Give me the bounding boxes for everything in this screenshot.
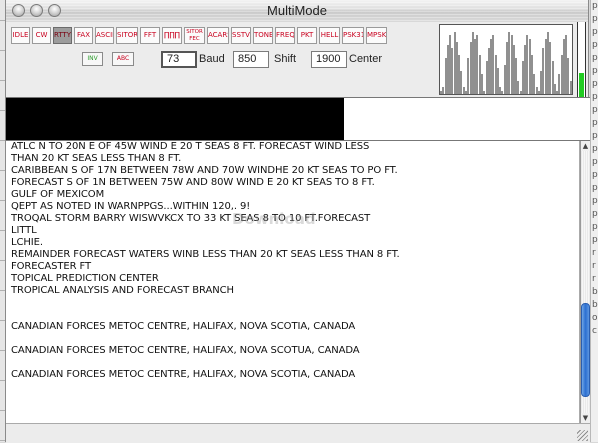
background-window-letter: p <box>592 222 598 232</box>
baud-label: Baud <box>199 53 225 65</box>
background-window-letter: p <box>592 79 598 89</box>
background-window-letter: o <box>592 313 598 323</box>
desktop-window-behind-right: ppppppppppppppppppprrrbboc <box>590 0 598 442</box>
waterfall-display[interactable] <box>6 98 344 140</box>
text-line <box>6 309 579 321</box>
vertical-scrollbar[interactable]: ▲ ▼ <box>580 141 590 423</box>
mode-button-sitor[interactable]: SITOR <box>116 27 138 44</box>
mode-button-pulse[interactable]: ∏∏∏ <box>162 27 182 44</box>
background-window-letter: p <box>592 1 598 11</box>
mode-button-mpsk[interactable]: MPSK <box>366 27 387 44</box>
signal-level-meter <box>577 22 586 97</box>
text-line: THAN 20 KT SEAS LESS THAN 8 FT. <box>11 153 182 164</box>
baud-field[interactable]: 73 <box>161 51 197 68</box>
text-line: TROQAL STORM BARRY WISWVKCX TO 33 KT SEA… <box>11 213 371 224</box>
resize-grip[interactable] <box>577 430 588 441</box>
text-line: ATLC N TO 20N E OF 45W WIND E 20 T SEAS … <box>11 141 370 152</box>
spectrum-graph <box>440 32 572 94</box>
mode-button-idle[interactable]: IDLE <box>11 27 30 44</box>
background-window-letter: r <box>592 261 596 271</box>
spectrum-display[interactable] <box>439 24 573 95</box>
background-window-letter: p <box>592 66 598 76</box>
text-line: GULF OF MEXICOM <box>11 189 105 200</box>
text-line: CANADIAN FORCES METOC CENTRE, HALIFAX, N… <box>11 369 356 380</box>
mode-button-hell[interactable]: HELL <box>319 27 340 44</box>
shift-label: Shift <box>274 53 297 65</box>
background-window-letter: p <box>592 183 598 193</box>
scroll-down-arrow[interactable]: ▼ <box>581 413 590 423</box>
mode-button-sstv[interactable]: SSTV <box>231 27 251 44</box>
text-line: FORECASTER FT <box>11 261 91 272</box>
mode-button-ascii[interactable]: ASCII <box>95 27 114 44</box>
mode-button-sitor-fec[interactable]: SITOR FEC <box>184 27 205 44</box>
mode-button-cw[interactable]: CW <box>32 27 51 44</box>
background-window-letter: p <box>592 209 598 219</box>
spectrum-panel <box>436 22 588 97</box>
text-line: LCHIE. <box>11 237 43 248</box>
background-window-letter: b <box>592 287 598 297</box>
background-window-letter: p <box>592 14 598 24</box>
mode-button-freq[interactable]: FREQ <box>275 27 295 44</box>
background-window-letter: p <box>592 105 598 115</box>
text-line: TOPICAL PREDICTION CENTER <box>11 273 159 284</box>
background-window-letter: c <box>592 326 597 336</box>
text-line <box>6 297 579 309</box>
text-line <box>6 357 579 369</box>
mode-button-fax[interactable]: FAX <box>74 27 93 44</box>
background-window-letter: r <box>592 274 596 284</box>
background-window-letter: p <box>592 118 598 128</box>
text-line: REMAINDER FORECAST WATERS WINB LESS THAN… <box>11 249 400 260</box>
mode-button-fft[interactable]: FFT <box>140 27 160 44</box>
text-line: CARIBBEAN S OF 17N BETWEEN 78W AND 70W W… <box>11 165 398 176</box>
background-window-letter: p <box>592 235 598 245</box>
background-window-letter: p <box>592 53 598 63</box>
mode-toolbar: IDLE CW RTTY FAX ASCII SITOR FFT ∏∏∏ SITOR FEC ACA… <box>6 22 436 97</box>
background-window-letter: b <box>592 300 598 310</box>
text-line: QEPT AS NOTED IN WARNPPGS...WITHIN 120,.… <box>11 201 251 212</box>
scroll-up-arrow[interactable]: ▲ <box>581 141 590 151</box>
decoded-text-area[interactable]: ATLC N TO 20N E OF 45W WIND E 20 T SEAS … <box>6 141 580 423</box>
shift-field[interactable]: 850 <box>233 51 269 68</box>
background-window-letter: p <box>592 157 598 167</box>
window-bottom-bar <box>6 423 590 443</box>
text-line: LITTL <box>11 225 37 236</box>
background-window-letter: p <box>592 196 598 206</box>
abc-toggle-button[interactable]: ABC <box>112 52 134 66</box>
text-line: FORECAST S OF 1N BETWEEN 75W AND 80W WIN… <box>11 177 375 188</box>
center-label: Center <box>349 53 383 65</box>
multimode-window: MultiMode IDLE CW RTTY FAX ASCII SITOR FFT ∏∏∏ S… <box>5 0 590 443</box>
background-window-letter: p <box>592 131 598 141</box>
mode-button-pkt[interactable]: PKT <box>297 27 317 44</box>
background-window-letter: p <box>592 144 598 154</box>
text-line: CANADIAN FORCES METOC CENTRE, HALIFAX, N… <box>11 345 360 356</box>
background-window-letter: p <box>592 92 598 102</box>
background-window-letter: p <box>592 40 598 50</box>
signal-level-fill <box>579 73 584 97</box>
scrollbar-thumb[interactable] <box>581 302 590 398</box>
mode-button-acars[interactable]: ACARS <box>207 27 229 44</box>
title-bar[interactable]: MultiMode <box>6 0 588 23</box>
text-line <box>6 333 579 345</box>
background-window-letter: r <box>592 248 596 258</box>
center-field[interactable]: 1900 <box>311 51 347 68</box>
text-line: CANADIAN FORCES METOC CENTRE, HALIFAX, N… <box>11 321 356 332</box>
inv-toggle-button[interactable]: INV <box>82 52 103 66</box>
background-window-letter: p <box>592 27 598 37</box>
mode-button-tone[interactable]: TONE <box>253 27 273 44</box>
background-window-letter: p <box>592 170 598 180</box>
waterfall-row <box>6 97 590 141</box>
mode-button-rtty[interactable]: RTTY <box>53 27 72 44</box>
window-title: MultiMode <box>267 3 327 18</box>
text-line: TROPICAL ANALYSIS AND FORECAST BRANCH <box>11 285 234 296</box>
mode-button-psk31[interactable]: PSK31 <box>342 27 364 44</box>
